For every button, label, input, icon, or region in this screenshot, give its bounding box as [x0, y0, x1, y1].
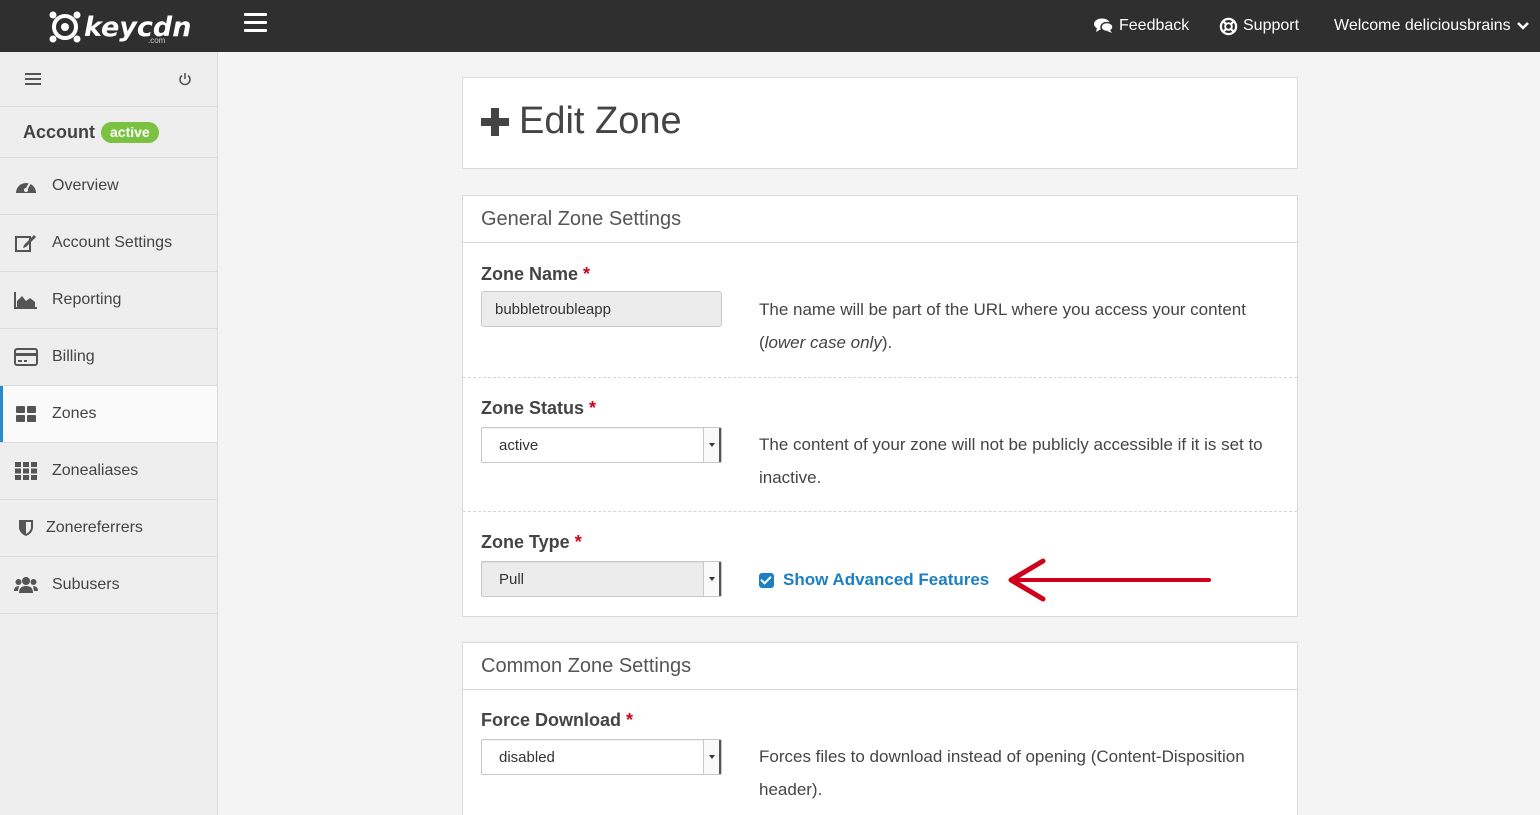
- sidebar-item-label: Account Settings: [52, 234, 173, 251]
- comments-icon: [1094, 18, 1114, 33]
- feedback-link[interactable]: Feedback: [1094, 0, 1189, 52]
- grid-nine-icon: [13, 461, 39, 481]
- sidebar-item-overview[interactable]: Overview: [0, 158, 217, 215]
- top-navbar: keycdn .com Feedback Support Welcome del…: [0, 0, 1540, 52]
- page-title: Edit Zone: [481, 100, 682, 143]
- zone-name-row: Zone Name * bubbletroubleapp The name wi…: [463, 243, 1297, 377]
- force-download-help: Forces files to download instead of open…: [759, 747, 1245, 799]
- sidebar-item-label: Zonereferrers: [46, 519, 143, 536]
- sidebar-item-subusers[interactable]: Subusers: [0, 557, 217, 614]
- sidebar-item-label: Reporting: [52, 291, 122, 308]
- users-icon: [13, 575, 39, 595]
- account-row: Account active: [0, 107, 217, 158]
- sidebar-item-label: Subusers: [52, 576, 120, 593]
- edit-icon: [13, 233, 39, 253]
- page-title-text: Edit Zone: [519, 100, 682, 142]
- support-link[interactable]: Support: [1219, 0, 1299, 52]
- force-download-row: Force Download * disabled Forces files t…: [463, 690, 1297, 815]
- support-label: Support: [1243, 17, 1300, 34]
- grid-icon: [13, 404, 39, 424]
- sidebar-item-zones[interactable]: Zones: [0, 386, 217, 443]
- sidebar-item-label: Zonealiases: [52, 462, 139, 479]
- common-settings-heading: Common Zone Settings: [463, 643, 1297, 690]
- sidebar: Account active Overview Account Settings…: [0, 52, 218, 815]
- zone-status-select[interactable]: active: [481, 427, 722, 463]
- force-download-label: Force Download *: [481, 710, 634, 730]
- status-badge: active: [101, 121, 159, 143]
- show-advanced-features-checkbox[interactable]: Show Advanced Features: [759, 570, 989, 590]
- welcome-label: Welcome deliciousbrains: [1334, 17, 1511, 34]
- chevron-down-icon: [1516, 22, 1529, 30]
- logo-sub: .com: [148, 36, 166, 45]
- plus-icon: [481, 107, 509, 136]
- show-advanced-features-label: Show Advanced Features: [783, 570, 990, 589]
- general-settings-heading: General Zone Settings: [463, 196, 1297, 243]
- sidebar-item-label: Zones: [52, 405, 97, 422]
- select-caret-icon: [703, 562, 721, 596]
- zone-name-input[interactable]: bubbletroubleapp: [481, 291, 722, 327]
- sidebar-top: [0, 52, 217, 107]
- page-title-panel: Edit Zone: [462, 77, 1298, 169]
- account-label: Account: [23, 121, 95, 142]
- checkbox-checked-icon: [759, 572, 774, 588]
- zone-type-label: Zone Type *: [481, 532, 582, 552]
- zone-name-label: Zone Name *: [481, 264, 591, 284]
- menu-toggle-icon[interactable]: [244, 13, 267, 33]
- keycdn-logo[interactable]: keycdn .com: [48, 8, 191, 46]
- keycdn-logo-icon: [49, 11, 81, 43]
- logo-text: keycdn: [84, 11, 192, 43]
- select-caret-icon: [703, 740, 721, 774]
- force-download-select[interactable]: disabled: [481, 739, 722, 775]
- sidebar-toggle-icon[interactable]: [25, 73, 41, 88]
- zone-status-label: Zone Status *: [481, 398, 597, 418]
- zone-status-row: Zone Status * active The content of your…: [463, 377, 1297, 511]
- general-settings-panel: General Zone Settings Zone Name * bubble…: [462, 195, 1298, 617]
- sidebar-item-account-settings[interactable]: Account Settings: [0, 215, 217, 272]
- user-menu[interactable]: Welcome deliciousbrains: [1334, 0, 1535, 52]
- sidebar-item-label: Billing: [52, 348, 95, 365]
- dashboard-icon: [13, 176, 39, 196]
- life-ring-icon: [1219, 17, 1238, 35]
- sidebar-item-zonealiases[interactable]: Zonealiases: [0, 443, 217, 500]
- power-icon[interactable]: [177, 71, 193, 87]
- zone-name-help: The name will be part of the URL where y…: [759, 300, 1246, 352]
- sidebar-item-billing[interactable]: Billing: [0, 329, 217, 386]
- annotation-arrow-icon: [1008, 558, 1211, 602]
- sidebar-item-reporting[interactable]: Reporting: [0, 272, 217, 329]
- area-chart-icon: [13, 290, 39, 310]
- zone-status-help: The content of your zone will not be pub…: [759, 435, 1263, 487]
- credit-card-icon: [13, 347, 39, 367]
- zone-type-select[interactable]: Pull: [481, 561, 722, 597]
- shield-icon: [13, 518, 39, 538]
- feedback-label: Feedback: [1119, 17, 1190, 34]
- sidebar-item-zonereferrers[interactable]: Zonereferrers: [0, 500, 217, 557]
- common-settings-panel: Common Zone Settings Force Download * di…: [462, 642, 1298, 815]
- sidebar-item-label: Overview: [52, 177, 119, 194]
- select-caret-icon: [703, 428, 721, 462]
